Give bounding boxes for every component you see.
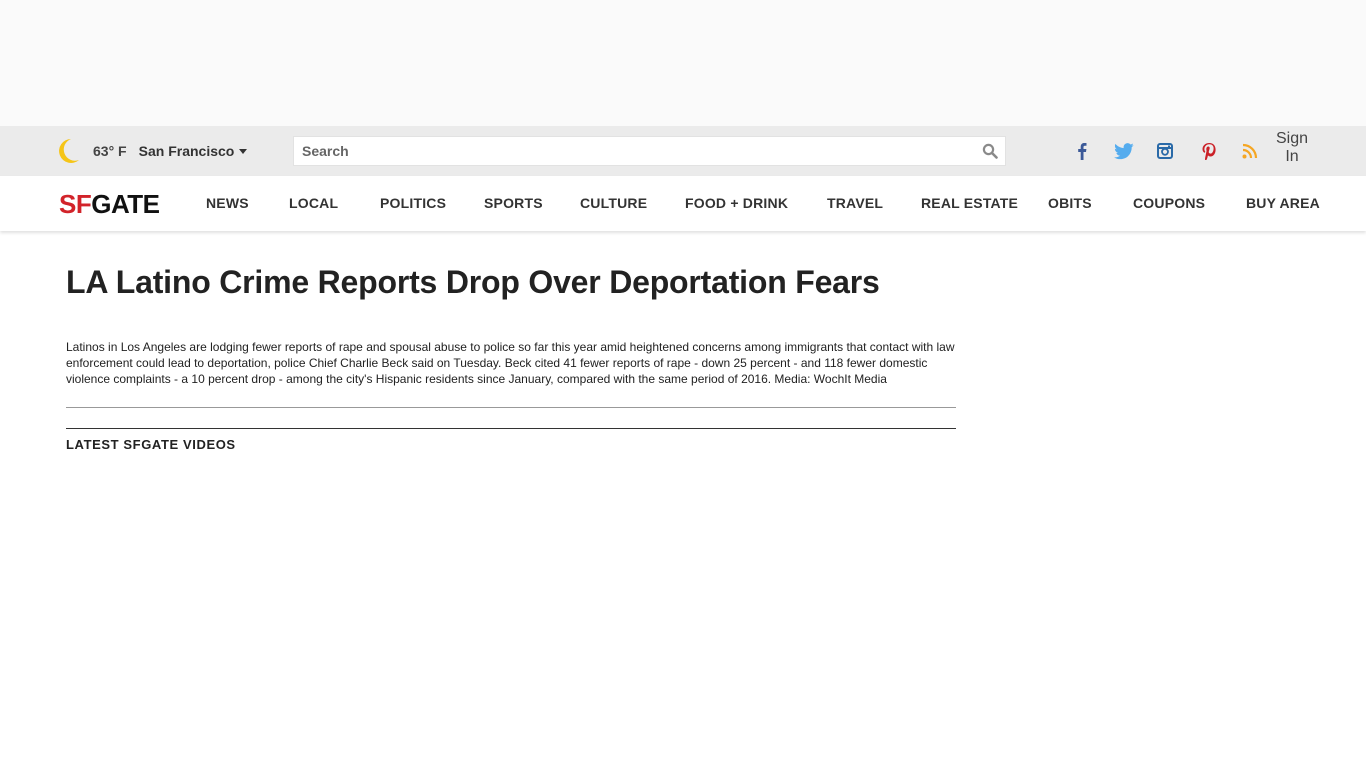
nav-item-travel[interactable]: TRAVEL [827,195,883,211]
logo-sf: SF [59,189,92,219]
main-nav: SFGATE NEWS LOCAL POLITICS SPORTS CULTUR… [0,176,1366,231]
twitter-icon[interactable] [1113,140,1135,162]
sign-in-link[interactable]: Sign In [1270,130,1314,166]
utility-bar: 63° F San Francisco Search Sign In [0,126,1366,176]
pinterest-icon[interactable] [1198,140,1220,162]
city-selector[interactable]: San Francisco [139,143,248,159]
weather-widget: 63° F San Francisco [56,138,248,164]
city-label: San Francisco [138,143,235,159]
nav-item-food-drink[interactable]: FOOD + DRINK [685,195,788,211]
article-headline: LA Latino Crime Reports Drop Over Deport… [66,264,880,300]
search-icon[interactable] [982,143,998,159]
nav-item-real-estate[interactable]: REAL ESTATE [921,195,1018,211]
search-box [293,136,1006,166]
ad-space [0,0,1366,126]
latest-videos-title: LATEST SFGATE VIDEOS [66,437,236,452]
nav-item-obits[interactable]: OBITS [1048,195,1092,211]
nav-item-culture[interactable]: CULTURE [580,195,647,211]
rss-icon[interactable] [1239,140,1261,162]
sfgate-logo[interactable]: SFGATE [59,190,160,218]
nav-item-coupons[interactable]: COUPONS [1133,195,1205,211]
nav-item-local[interactable]: LOCAL [289,195,338,211]
section-divider [66,428,956,429]
chevron-down-icon [239,148,248,154]
moon-icon [59,139,79,163]
instagram-icon[interactable] [1154,140,1176,162]
divider [66,407,956,408]
article-summary: Latinos in Los Angeles are lodging fewer… [66,340,955,386]
nav-item-politics[interactable]: POLITICS [380,195,446,211]
nav-item-buy-area[interactable]: BUY AREA [1246,195,1320,211]
logo-gate: GATE [91,189,160,219]
nav-item-sports[interactable]: SPORTS [484,195,543,211]
facebook-icon[interactable] [1071,140,1093,162]
temperature: 63° F [93,143,127,159]
search-input[interactable] [294,137,974,165]
nav-item-news[interactable]: NEWS [206,195,249,211]
